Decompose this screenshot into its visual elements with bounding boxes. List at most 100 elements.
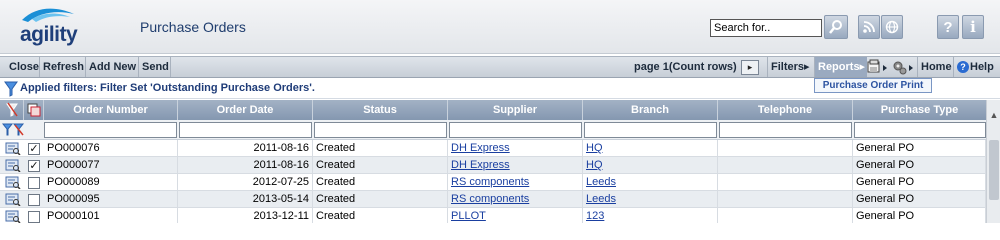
header-bar: agility Purchase Orders ? <box>0 0 1000 54</box>
cell-order-number-text: PO000101 <box>47 210 100 222</box>
cell-order-date-text: 2011-08-16 <box>253 142 309 154</box>
column-header-branch[interactable]: Branch <box>583 100 718 120</box>
info-button[interactable]: i <box>962 15 984 39</box>
view-record-icon[interactable] <box>5 142 21 155</box>
cell-branch[interactable]: HQ <box>583 157 718 174</box>
filter-input-supplier[interactable] <box>449 122 582 138</box>
cell-supplier-text[interactable]: PLLOT <box>451 210 486 222</box>
view-record-icon[interactable] <box>5 210 21 223</box>
cell-telephone <box>718 191 853 208</box>
add-new-button[interactable]: Add New <box>86 57 139 77</box>
filter-input-order-date[interactable] <box>179 122 312 138</box>
filter-input-telephone[interactable] <box>719 122 852 138</box>
cell-branch[interactable]: Leeds <box>583 191 718 208</box>
rss-button[interactable] <box>858 15 880 39</box>
logo-swoosh-icon <box>22 8 74 22</box>
cell-branch-text[interactable]: 123 <box>586 210 604 222</box>
filter-input-order-number[interactable] <box>44 122 177 138</box>
row-checkbox[interactable] <box>28 194 40 206</box>
cell-order-date: 2012-07-25 <box>178 174 313 191</box>
search-input[interactable] <box>710 19 822 37</box>
cell-supplier-text[interactable]: DH Express <box>451 142 510 154</box>
settings-icon <box>893 61 913 75</box>
close-button[interactable]: Close <box>6 57 40 77</box>
send-button[interactable]: Send <box>139 57 171 77</box>
reports-dropdown-item-purchase-order-print[interactable]: Purchase Order Print <box>814 78 932 93</box>
filter-toggle-icon[interactable] <box>2 123 26 137</box>
cell-branch[interactable]: 123 <box>583 208 718 223</box>
filter-input-branch[interactable] <box>584 122 717 138</box>
row-checkbox[interactable]: ✓ <box>28 143 40 155</box>
scroll-up-icon[interactable]: ▲ <box>988 110 1000 122</box>
globe-icon <box>885 20 899 34</box>
applied-filters-text: Applied filters: Filter Set 'Outstanding… <box>20 82 315 94</box>
filter-input-purchase-type[interactable] <box>854 122 986 138</box>
cell-supplier[interactable]: PLLOT <box>448 208 583 223</box>
cell-branch-text[interactable]: Leeds <box>586 176 616 188</box>
cell-branch-text[interactable]: Leeds <box>586 193 616 205</box>
page-title: Purchase Orders <box>140 19 246 35</box>
row-checkbox[interactable] <box>28 177 40 189</box>
help-menu[interactable]: ? Help <box>953 57 994 77</box>
cell-supplier-text[interactable]: RS components <box>451 176 529 188</box>
view-record-icon[interactable] <box>5 193 21 206</box>
agility-logo[interactable]: agility <box>14 4 94 48</box>
logo-text: agility <box>20 23 78 46</box>
reports-menu[interactable]: Reports▸ <box>814 57 868 77</box>
search-button[interactable] <box>824 15 848 39</box>
column-header-purchase-type[interactable]: Purchase Type <box>853 100 986 120</box>
select-rows-icon <box>27 103 41 117</box>
cell-branch[interactable]: Leeds <box>583 174 718 191</box>
refresh-button[interactable]: Refresh <box>40 57 86 77</box>
row-checkbox[interactable] <box>28 211 40 223</box>
column-header-order-number[interactable]: Order Number <box>44 100 178 120</box>
column-header-status[interactable]: Status <box>313 100 448 120</box>
cell-order-number: PO000089 <box>44 174 178 191</box>
home-button[interactable]: Home <box>917 57 952 77</box>
cell-order-number: PO000095 <box>44 191 178 208</box>
clear-filter-icon <box>6 102 18 117</box>
cell-supplier[interactable]: DH Express <box>448 157 583 174</box>
column-header-telephone[interactable]: Telephone <box>718 100 853 120</box>
help-button[interactable]: ? <box>937 15 959 39</box>
cell-status-text: Created <box>316 176 356 188</box>
table-row[interactable]: PO000089 2012-07-25 Created RS components Le… <box>0 174 986 191</box>
cell-status: Created <box>313 208 448 223</box>
cell-supplier[interactable]: DH Express <box>448 140 583 157</box>
cell-supplier[interactable]: RS components <box>448 191 583 208</box>
table-row[interactable]: ✓ PO000077 2011-08-16 Created DH Express HQ Ge… <box>0 157 986 174</box>
view-record-icon[interactable] <box>5 159 21 172</box>
export-menu[interactable] <box>866 59 890 76</box>
cell-supplier-text[interactable]: DH Express <box>451 159 510 171</box>
search-icon <box>829 20 842 34</box>
settings-menu[interactable] <box>892 59 916 76</box>
select-all-header-button[interactable] <box>24 100 44 120</box>
vertical-scrollbar[interactable]: ▲ <box>986 100 1000 223</box>
cell-supplier-text[interactable]: RS components <box>451 193 529 205</box>
clear-filter-header-button[interactable] <box>0 100 24 120</box>
export-icon <box>867 59 887 73</box>
filter-input-status[interactable] <box>314 122 447 138</box>
view-record-icon[interactable] <box>5 176 21 189</box>
rss-icon <box>863 21 875 33</box>
cell-branch-text[interactable]: HQ <box>586 159 603 171</box>
cell-branch[interactable]: HQ <box>583 140 718 157</box>
column-header-order-date[interactable]: Order Date <box>178 100 313 120</box>
cell-branch-text[interactable]: HQ <box>586 142 603 154</box>
table-row[interactable]: ✓ PO000076 2011-08-16 Created DH Express HQ Ge… <box>0 140 986 157</box>
scroll-thumb[interactable] <box>989 140 999 200</box>
row-checkbox[interactable]: ✓ <box>28 160 40 172</box>
filters-menu[interactable]: Filters▸ <box>767 57 810 77</box>
cell-purchase-type-text: General PO <box>856 142 915 154</box>
next-page-button[interactable]: ▸ <box>741 60 759 75</box>
cell-supplier[interactable]: RS components <box>448 174 583 191</box>
cell-telephone <box>718 140 853 157</box>
table-row[interactable]: PO000095 2013-05-14 Created RS components Le… <box>0 191 986 208</box>
cell-status-text: Created <box>316 159 356 171</box>
help-circle-icon: ? <box>957 61 969 73</box>
cell-order-date-text: 2013-05-14 <box>252 193 309 205</box>
table-row[interactable]: PO000101 2013-12-11 Created PLLOT 123 General… <box>0 208 986 223</box>
globe-button[interactable] <box>881 15 903 39</box>
cell-purchase-type: General PO <box>853 140 986 157</box>
column-header-supplier[interactable]: Supplier <box>448 100 583 120</box>
